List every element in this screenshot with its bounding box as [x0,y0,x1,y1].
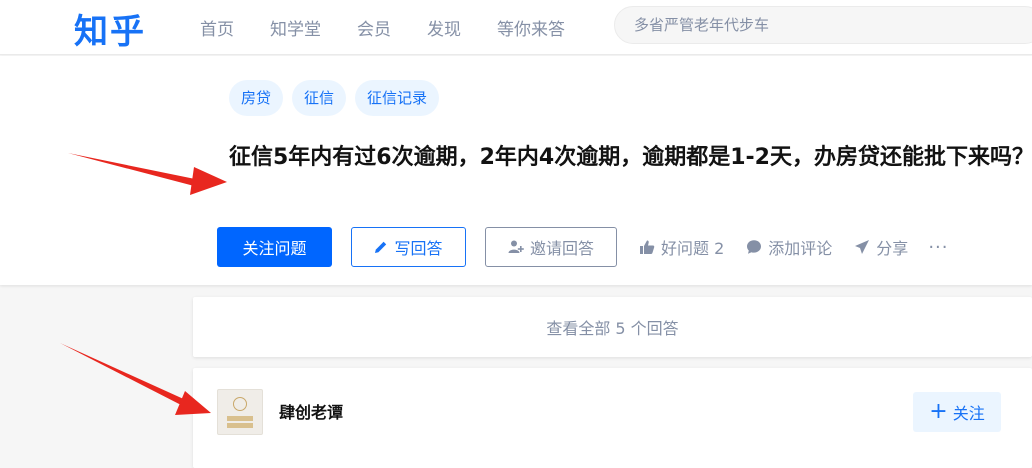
question-title: 征信5年内有过6次逾期，2年内4次逾期，逾期都是1-2天，办房贷还能批下来吗？ [229,145,1032,170]
good-question-label: 好问题 2 [661,239,725,258]
zhihu-logo[interactable]: 知乎 [74,4,146,53]
top-bar: 知乎 首页 知学堂 会员 发现 等你来答 [0,0,1032,55]
write-answer-button[interactable]: 写回答 [351,227,466,267]
nav-zhixuetang[interactable]: 知学堂 [270,15,321,40]
view-all-answers-button[interactable]: 查看全部 5 个回答 [193,297,1032,357]
share-button[interactable]: 分享 [854,235,908,259]
nav-discover[interactable]: 发现 [427,15,461,40]
main-nav: 首页 知学堂 会员 发现 等你来答 [200,0,601,55]
comment-icon [747,240,762,254]
arrow-to-author [60,343,211,415]
nav-vip[interactable]: 会员 [357,15,391,40]
more-options-icon[interactable]: ··· [928,237,948,258]
tag-credit-record[interactable]: 征信记录 [355,80,440,116]
add-user-icon [508,240,524,253]
avatar[interactable] [217,389,263,435]
write-answer-label: 写回答 [394,239,443,258]
answer-card: 肆创老谭 + 关注 [193,368,1032,468]
author-name[interactable]: 肆创老谭 [279,399,343,423]
add-comment-button[interactable]: 添加评论 [746,235,832,259]
nav-home[interactable]: 首页 [200,15,234,40]
question-actions: 关注问题 写回答 邀请回答 好问题 2 添加评论 分享 ··· [217,227,948,267]
tag-credit[interactable]: 征信 [292,80,347,116]
view-all-answers-label: 查看全部 5 个回答 [546,319,679,338]
plus-icon: + [929,399,948,424]
pencil-icon [375,241,387,253]
nav-waiting-answers[interactable]: 等你来答 [497,15,565,40]
follow-author-label: 关注 [952,404,985,423]
tag-mortgage[interactable]: 房贷 [229,80,284,116]
share-label: 分享 [876,239,909,258]
follow-question-button[interactable]: 关注问题 [217,227,332,267]
follow-author-button[interactable]: + 关注 [913,392,1001,432]
invite-answer-button[interactable]: 邀请回答 [485,227,617,267]
share-icon [855,240,870,254]
question-tags: 房贷 征信 征信记录 [229,80,448,116]
good-question-button[interactable]: 好问题 2 [639,235,724,259]
add-comment-label: 添加评论 [768,239,833,258]
invite-answer-label: 邀请回答 [529,239,594,258]
search-input[interactable] [615,7,1032,43]
follow-question-label: 关注问题 [242,239,307,258]
thumbs-up-icon [640,240,655,254]
search-box [614,6,1032,44]
